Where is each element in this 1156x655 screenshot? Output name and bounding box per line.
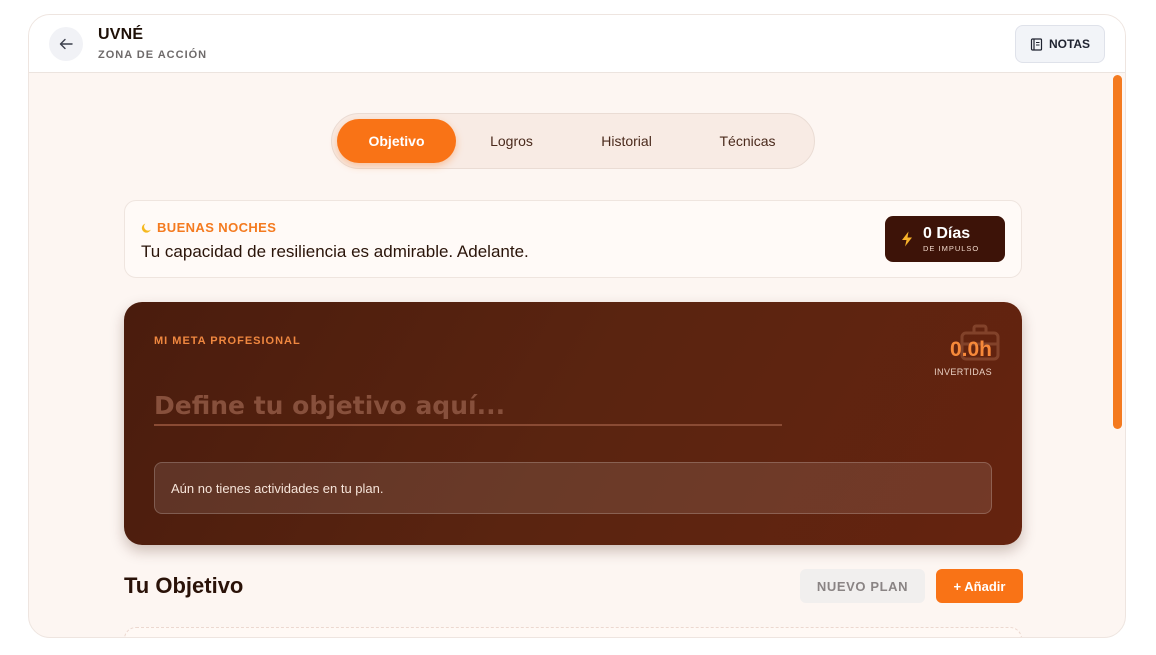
tab-tecnicas[interactable]: Técnicas <box>686 119 809 163</box>
greeting-card: BUENAS NOCHES Tu capacidad de resilienci… <box>124 200 1022 278</box>
streak-label: DE IMPULSO <box>923 243 980 253</box>
goal-kicker: MI META PROFESIONAL <box>154 335 301 347</box>
app-title: UVNÉ <box>98 26 144 43</box>
tab-logros[interactable]: Logros <box>456 119 567 163</box>
empty-activities-message: Aún no tienes actividades en tu plan. <box>154 462 992 514</box>
new-plan-button[interactable]: NUEVO PLAN <box>800 569 925 603</box>
moon-icon <box>141 223 151 233</box>
hours-value: 0.0h <box>949 338 992 361</box>
streak-value: 0 Días <box>923 224 971 242</box>
arrow-left-icon <box>59 38 73 50</box>
hours-label: INVERTIDAS <box>934 367 992 377</box>
tab-bar: Objetivo Logros Historial Técnicas <box>331 113 815 169</box>
app-subtitle: ZONA DE ACCIÓN <box>98 49 208 61</box>
back-button[interactable] <box>49 27 83 61</box>
lightning-icon <box>902 231 912 247</box>
greeting-message: Tu capacidad de resiliencia es admirable… <box>141 242 529 261</box>
app-window: UVNÉ ZONA DE ACCIÓN NOTAS Objetivo Logro… <box>28 14 1126 638</box>
header: UVNÉ ZONA DE ACCIÓN NOTAS <box>29 15 1125 73</box>
goal-card: MI META PROFESIONAL 0.0h INVERTIDAS Aún … <box>124 302 1022 545</box>
objective-list-card <box>124 627 1022 637</box>
section-title: Tu Objetivo <box>124 573 244 598</box>
tab-objetivo[interactable]: Objetivo <box>337 119 456 163</box>
notes-button[interactable]: NOTAS <box>1015 25 1105 63</box>
scrollbar[interactable] <box>1113 75 1122 635</box>
tab-historial[interactable]: Historial <box>567 119 686 163</box>
add-button[interactable]: + Añadir <box>936 569 1023 603</box>
streak-badge: 0 Días DE IMPULSO <box>885 216 1005 262</box>
greeting-kicker: BUENAS NOCHES <box>141 220 276 235</box>
notebook-icon <box>1030 37 1043 51</box>
notes-label: NOTAS <box>1048 37 1091 51</box>
goal-input[interactable] <box>154 386 782 426</box>
greeting-kicker-text: BUENAS NOCHES <box>157 220 277 235</box>
scrollbar-thumb[interactable] <box>1113 75 1122 429</box>
